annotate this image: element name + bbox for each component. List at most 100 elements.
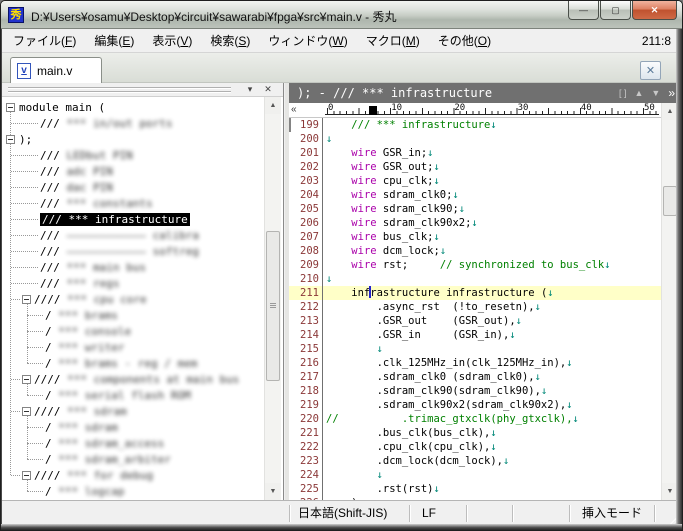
- code-line-209[interactable]: 209 wire rst; // synchronized to bus_clk…: [289, 258, 661, 272]
- outline-item-10[interactable]: /// *** main bus: [2, 259, 264, 275]
- outline-item-16[interactable]: / *** brams - reg / mem: [2, 355, 264, 371]
- column-ruler[interactable]: « 01020304050: [289, 103, 661, 118]
- code-line-203[interactable]: 203 wire cpu_clk;↓: [289, 174, 661, 188]
- outline-item-9[interactable]: /// ———————————— softreg: [2, 243, 264, 259]
- code-line-202[interactable]: 202 wire GSR_out;↓: [289, 160, 661, 174]
- outline-item-5[interactable]: /// dac PIN: [2, 179, 264, 195]
- panel-drag-grip[interactable]: [8, 87, 231, 92]
- code-line-199[interactable]: 199 /// *** infrastructure↓: [289, 118, 661, 132]
- scrollbar-thumb[interactable]: [266, 231, 280, 381]
- outline-item-23[interactable]: //// *** for debug: [2, 467, 264, 483]
- panel-close-button[interactable]: ✕: [261, 83, 275, 96]
- code-line-221[interactable]: 221 .bus_clk(bus_clk),↓: [289, 426, 661, 440]
- code-line-201[interactable]: 201 wire GSR_in;↓: [289, 146, 661, 160]
- outline-item-19[interactable]: //// *** sdram: [2, 403, 264, 419]
- menu-item-edit[interactable]: 編集(E): [85, 29, 143, 53]
- outline-item-22[interactable]: / *** sdram_arbiter: [2, 451, 264, 467]
- tree-collapse-icon[interactable]: [22, 375, 31, 384]
- code-line-223[interactable]: 223 .dcm_lock(dcm_lock),↓: [289, 454, 661, 468]
- code-line-207[interactable]: 207 wire bus_clk;↓: [289, 230, 661, 244]
- menu-item-view[interactable]: 表示(V): [143, 29, 201, 53]
- outline-item-2[interactable]: );: [2, 131, 264, 147]
- code-line-208[interactable]: 208 wire dcm_lock;↓: [289, 244, 661, 258]
- next-section-icon[interactable]: ▼: [651, 88, 660, 98]
- outline-item-24[interactable]: / *** logcap: [2, 483, 264, 499]
- outline-item-12[interactable]: //// *** cpu core: [2, 291, 264, 307]
- code-line-218[interactable]: 218 .sdram_clk90(sdram_clk90),↓: [289, 384, 661, 398]
- code-line-206[interactable]: 206 wire sdram_clk90x2;↓: [289, 216, 661, 230]
- menu-item-file[interactable]: ファイル(F): [4, 29, 85, 53]
- eol-mark-icon: ↓: [566, 357, 572, 369]
- close-tab-button[interactable]: ✕: [640, 61, 661, 80]
- more-icon[interactable]: »: [668, 86, 675, 100]
- code-area[interactable]: 199 /// *** infrastructure↓200↓201 wire …: [289, 118, 661, 500]
- outline-item-18[interactable]: / *** serial flash ROM: [2, 387, 264, 403]
- line-number: 199: [299, 118, 323, 132]
- panel-collapse-button[interactable]: ▾: [243, 83, 257, 96]
- code-line-219[interactable]: 219 .sdram_clk90x2(sdram_clk90x2),↓: [289, 398, 661, 412]
- menu-item-other[interactable]: その他(O): [429, 29, 500, 53]
- fold-margin: [289, 482, 299, 496]
- close-button[interactable]: ✕: [632, 1, 677, 20]
- tree-collapse-icon[interactable]: [22, 295, 31, 304]
- outline-item-11[interactable]: /// *** regs: [2, 275, 264, 291]
- scroll-up-icon[interactable]: ▲: [265, 97, 281, 114]
- outline-item-label: / *** logcap: [45, 485, 124, 498]
- maximize-button[interactable]: ▢: [600, 1, 631, 20]
- code-line-220[interactable]: 220// .trimac_gtxclk(phy_gtxclk),↓: [289, 412, 661, 426]
- outline-item-8[interactable]: /// ———————————— calibra: [2, 227, 264, 243]
- outline-item-0[interactable]: module main (: [2, 99, 264, 115]
- outline-item-20[interactable]: / *** sdram: [2, 419, 264, 435]
- outline-item-label: / *** serial flash ROM: [45, 389, 191, 402]
- ruler-collapse-icon[interactable]: «: [291, 104, 297, 115]
- code-line-224[interactable]: 224 ↓: [289, 468, 661, 482]
- scroll-down-icon[interactable]: ▼: [265, 483, 281, 500]
- code-line-213[interactable]: 213 .GSR_out (GSR_out),↓: [289, 314, 661, 328]
- code-line-225[interactable]: 225 .rst(rst)↓: [289, 482, 661, 496]
- outline-item-21[interactable]: / *** sdram_access: [2, 435, 264, 451]
- outline-item-7[interactable]: /// *** infrastructure: [2, 211, 264, 227]
- outline-item-14[interactable]: / *** console: [2, 323, 264, 339]
- code-line-217[interactable]: 217 .sdram_clk0 (sdram_clk0),↓: [289, 370, 661, 384]
- outline-item-3[interactable]: /// LEDbut PIN: [2, 147, 264, 163]
- line-number: 207: [299, 230, 323, 244]
- outline-item-13[interactable]: / *** brams: [2, 307, 264, 323]
- code-line-210[interactable]: 210↓: [289, 272, 661, 286]
- outline-item-15[interactable]: / *** writer: [2, 339, 264, 355]
- line-number: 218: [299, 384, 323, 398]
- outline-scrollbar[interactable]: ▲ ▼: [264, 97, 281, 500]
- tab-label: main.v: [37, 64, 72, 78]
- line-text: wire bus_clk;↓: [323, 230, 440, 244]
- outline-item-1[interactable]: /// *** in/out ports: [2, 115, 264, 131]
- chevron-down-icon: ▾: [248, 84, 253, 94]
- scrollbar-thumb[interactable]: [663, 186, 677, 216]
- code-line-200[interactable]: 200↓: [289, 132, 661, 146]
- eol-mark-icon: ↓: [459, 203, 465, 215]
- menu-item-macro[interactable]: マクロ(M): [357, 29, 429, 53]
- line-text: infrastructure infrastructure (↓: [323, 286, 554, 300]
- tree-collapse-icon[interactable]: [6, 135, 15, 144]
- tree-collapse-icon[interactable]: [6, 103, 15, 112]
- title-bar[interactable]: 秀 D:¥Users¥osamu¥Desktop¥circuit¥sawarab…: [1, 1, 682, 29]
- code-line-212[interactable]: 212 .async_rst (!to_resetn),↓: [289, 300, 661, 314]
- code-line-215[interactable]: 215 ↓: [289, 342, 661, 356]
- code-line-205[interactable]: 205 wire sdram_clk90;↓: [289, 202, 661, 216]
- fold-collapse-icon[interactable]: [289, 118, 291, 132]
- code-line-222[interactable]: 222 .cpu_clk(cpu_clk),↓: [289, 440, 661, 454]
- status-divider: [569, 505, 571, 522]
- outline-item-4[interactable]: /// adc PIN: [2, 163, 264, 179]
- code-line-214[interactable]: 214 .GSR_in (GSR_in),↓: [289, 328, 661, 342]
- brackets-icon[interactable]: [ ]: [619, 88, 627, 98]
- prev-section-icon[interactable]: ▲: [634, 88, 643, 98]
- tree-collapse-icon[interactable]: [22, 407, 31, 416]
- code-line-204[interactable]: 204 wire sdram_clk0;↓: [289, 188, 661, 202]
- outline-item-6[interactable]: /// *** constants: [2, 195, 264, 211]
- tree-collapse-icon[interactable]: [22, 471, 31, 480]
- menu-item-search[interactable]: 検索(S): [201, 29, 259, 53]
- outline-item-17[interactable]: //// *** components at main bus: [2, 371, 264, 387]
- minimize-button[interactable]: —: [568, 1, 599, 20]
- code-line-216[interactable]: 216 .clk_125MHz_in(clk_125MHz_in),↓: [289, 356, 661, 370]
- tab-main-v[interactable]: v main.v: [10, 57, 102, 83]
- code-line-211[interactable]: 211 infrastructure infrastructure (↓: [289, 286, 661, 300]
- menu-item-window[interactable]: ウィンドウ(W): [259, 29, 356, 53]
